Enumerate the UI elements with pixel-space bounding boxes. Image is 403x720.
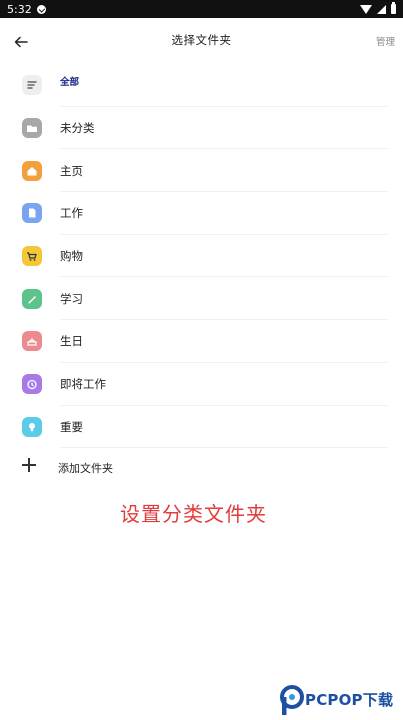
folder-item[interactable]: 全部 (0, 64, 403, 107)
folder-label: 主页 (60, 163, 83, 178)
folder-label: 重要 (60, 419, 83, 434)
folder-item[interactable]: 重要 (0, 406, 403, 449)
plus-icon (22, 458, 36, 472)
folder-item[interactable]: 即将工作 (0, 363, 403, 406)
cake-icon (22, 331, 42, 352)
clock-icon (22, 374, 42, 395)
watermark-brand: PCPOP下载 (305, 691, 394, 709)
folder-item[interactable]: 购物 (0, 235, 403, 278)
wifi-icon (360, 4, 372, 14)
folder-item[interactable]: 学习 (0, 277, 403, 321)
folder-icon (22, 118, 42, 139)
folder-label: 生日 (60, 334, 83, 349)
signal-icon (377, 4, 386, 14)
home-icon (22, 160, 42, 181)
watermark: PCPOP下载 (279, 683, 401, 718)
bulb-icon (22, 416, 42, 437)
add-folder-button[interactable]: 添加文件夹 (0, 448, 403, 488)
caption-text: 设置分类文件夹 (120, 502, 267, 526)
pencil-icon (22, 288, 42, 309)
cart-icon (22, 246, 42, 267)
add-folder-label: 添加文件夹 (58, 462, 113, 475)
document-icon (22, 203, 42, 224)
folder-item[interactable]: 主页 (0, 149, 403, 193)
folder-label: 购物 (60, 249, 83, 264)
notification-icon (36, 4, 46, 14)
top-app-bar: 选择文件夹 管理 (0, 18, 403, 64)
folder-label: 学习 (60, 291, 83, 306)
folder-item[interactable]: 工作 (0, 192, 403, 235)
status-bar: 5:32 (0, 0, 403, 18)
battery-icon (391, 2, 396, 14)
folder-list: 全部未分类主页工作购物学习生日即将工作重要 (0, 64, 403, 449)
folder-label: 全部 (60, 77, 80, 88)
folder-item[interactable]: 生日 (0, 320, 403, 363)
pcpop-logo-icon (280, 685, 304, 715)
folder-label: 即将工作 (60, 377, 106, 392)
folder-label: 工作 (60, 206, 83, 221)
manage-button[interactable]: 管理 (376, 34, 395, 48)
folder-item[interactable]: 未分类 (0, 107, 403, 150)
list-icon (22, 75, 42, 96)
status-time: 5:32 (7, 2, 32, 16)
folder-label: 未分类 (60, 121, 95, 136)
page-title: 选择文件夹 (171, 33, 232, 47)
